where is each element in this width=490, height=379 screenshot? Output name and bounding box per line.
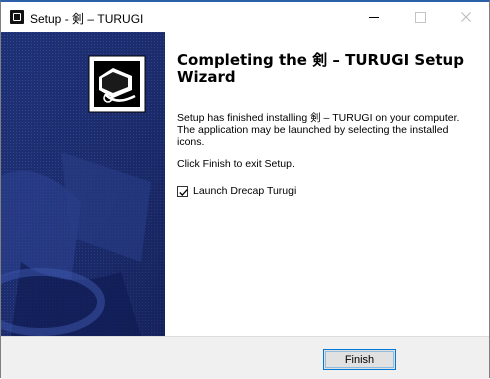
computer-install-icon (88, 55, 146, 113)
sidebar-artwork (1, 32, 165, 336)
wizard-heading: Completing the 剣 – TURUGI Setup Wizard (177, 51, 464, 86)
minimize-button[interactable] (351, 2, 397, 32)
maximize-icon (414, 11, 426, 23)
setup-window: Setup - 剣 – TURUGI Completing the 剣 – TU… (0, 0, 490, 379)
maximize-button (397, 2, 443, 32)
wizard-sidebar-image (1, 32, 165, 336)
minimize-icon (369, 16, 379, 18)
install-complete-text: Setup has finished installing 剣 – TURUGI… (177, 112, 460, 148)
launch-app-checkbox[interactable] (177, 185, 188, 197)
launch-app-label: Launch Drecap Turugi (193, 185, 297, 197)
title-bar[interactable]: Setup - 剣 – TURUGI (1, 2, 489, 32)
close-button (443, 2, 489, 32)
checkmark-icon (179, 188, 188, 196)
close-icon (461, 12, 471, 22)
exit-instruction-text: Click Finish to exit Setup. (177, 158, 295, 170)
finish-button[interactable]: Finish (323, 349, 396, 370)
wizard-footer: Finish (1, 336, 489, 379)
launch-app-option[interactable]: Launch Drecap Turugi (177, 185, 296, 197)
wizard-content: Completing the 剣 – TURUGI Setup Wizard S… (165, 32, 489, 336)
setup-app-icon (10, 10, 24, 24)
window-title: Setup - 剣 – TURUGI (30, 12, 144, 26)
